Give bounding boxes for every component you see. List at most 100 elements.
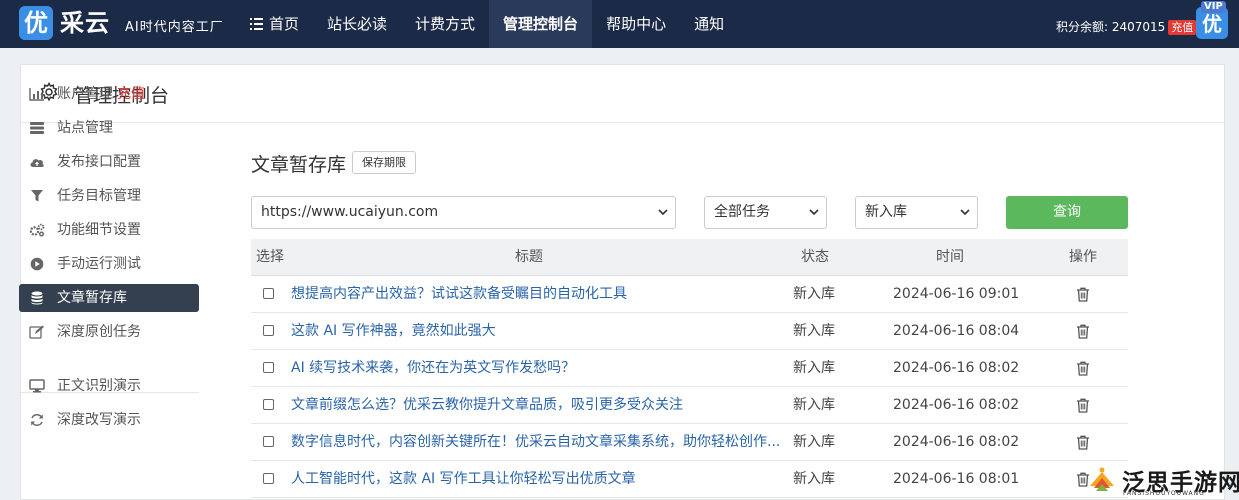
trash-icon[interactable] <box>1076 435 1090 450</box>
filter-icon <box>31 190 43 202</box>
sidebar-item-article-storage[interactable]: 文章暂存库 <box>19 284 199 312</box>
article-title-link[interactable]: 数字信息时代，内容创新关键所在！优采云自动文章采集系统，助你轻松创作... <box>291 424 780 460</box>
row-checkbox[interactable] <box>263 362 274 373</box>
nav-item-billing[interactable]: 计费方式 <box>401 0 489 48</box>
panel-header: 管理控制台 <box>21 65 1224 123</box>
sidebar-item-label: 文章暂存库 <box>57 290 127 306</box>
task-select-value: 全部任务 <box>714 204 770 220</box>
trash-icon[interactable] <box>1076 361 1090 376</box>
sidebar-item-label: 站点管理 <box>57 120 113 136</box>
recharge-link[interactable]: 充值 <box>1168 20 1197 35</box>
chevron-down-icon <box>658 209 668 216</box>
row-status: 新入库 <box>793 323 835 339</box>
article-title-link[interactable]: 人工智能时代，这款 AI 写作工具让你轻松写出优质文章 <box>291 461 636 497</box>
article-title-link[interactable]: 这款 AI 写作神器，竟然如此强大 <box>291 313 496 349</box>
sidebar-item-label: 深度原创任务 <box>57 324 141 340</box>
logo-subtitle: AI时代内容工厂 <box>125 20 224 35</box>
table-row: 文章前缀怎么选？优采云教你提升文章品质，吸引更多受众关注 新入库 2024-06… <box>251 387 1128 424</box>
trash-icon[interactable] <box>1076 398 1090 413</box>
row-checkbox[interactable] <box>263 473 274 484</box>
sidebar-item-label: 发布接口配置 <box>57 154 141 170</box>
article-title-link[interactable]: AI 续写技术来袭，你还在为英文写作发愁吗？ <box>291 350 575 386</box>
sidebar-item-account[interactable]: 账户管理 充值 <box>19 80 199 108</box>
sidebar-item-publish-api[interactable]: 发布接口配置 <box>19 148 199 176</box>
row-status: 新入库 <box>793 360 835 376</box>
bar-chart-icon <box>29 88 44 101</box>
trash-icon[interactable] <box>1076 287 1090 302</box>
row-time: 2024-06-16 09:01 <box>893 286 1020 302</box>
col-time: 时间 <box>936 249 964 265</box>
refresh-icon <box>31 414 43 426</box>
chevron-down-icon <box>960 209 970 216</box>
points-balance: 积分余额: 2407015 充值 <box>1056 18 1197 35</box>
status-select-value: 新入库 <box>865 204 907 220</box>
chevron-down-icon <box>809 209 819 216</box>
play-circle-icon <box>30 257 44 271</box>
col-select: 选择 <box>256 249 284 265</box>
page-title: 文章暂存库 <box>251 154 347 176</box>
sidebar-item-label: 正文识别演示 <box>57 378 141 394</box>
watermark-logo-icon <box>1090 467 1114 491</box>
table-row: 这款 AI 写作神器，竟然如此强大 新入库 2024-06-16 08:04 <box>251 313 1128 350</box>
table-row: 数字信息时代，内容创新关键所在！优采云自动文章采集系统，助你轻松创作... 新入… <box>251 424 1128 461</box>
sidebar-item-original-task[interactable]: 深度原创任务 <box>19 318 199 346</box>
site-select[interactable]: https://www.ucaiyun.com <box>251 196 676 229</box>
row-checkbox[interactable] <box>263 325 274 336</box>
server-icon <box>30 122 44 134</box>
row-status: 新入库 <box>793 397 835 413</box>
balance-text: 积分余额: 2407015 <box>1056 20 1166 34</box>
retention-period-button[interactable]: 保存期限 <box>352 151 416 174</box>
watermark: 泛思手游网 FANSISHOUYOUWANG <box>1086 462 1239 500</box>
article-title-link[interactable]: 想提高内容产出效益？试试这款备受瞩目的自动化工具 <box>291 276 627 312</box>
table-row: 想提高内容产出效益？试试这款备受瞩目的自动化工具 新入库 2024-06-16 … <box>251 276 1128 313</box>
status-select[interactable]: 新入库 <box>855 196 978 229</box>
table-header: 选择 标题 状态 时间 操作 <box>251 239 1128 276</box>
sidebar-item-label: 账户管理 <box>57 86 113 102</box>
site-select-value: https://www.ucaiyun.com <box>261 204 439 220</box>
col-status: 状态 <box>801 249 829 265</box>
sidebar-item-label: 深度改写演示 <box>57 412 141 428</box>
sidebar-item-sites[interactable]: 站点管理 <box>19 114 199 142</box>
col-title: 标题 <box>515 249 543 265</box>
sidebar-item-label: 任务目标管理 <box>57 188 141 204</box>
row-time: 2024-06-16 08:02 <box>893 434 1020 450</box>
monitor-icon <box>29 379 45 393</box>
row-checkbox[interactable] <box>263 436 274 447</box>
trash-icon[interactable] <box>1076 324 1090 339</box>
cloud-upload-icon <box>30 159 44 167</box>
sidebar-item-label: 功能细节设置 <box>57 222 141 238</box>
col-actions: 操作 <box>1069 249 1097 265</box>
row-checkbox[interactable] <box>263 399 274 410</box>
logo-icon[interactable]: 优 <box>19 6 53 40</box>
query-button[interactable]: 查询 <box>1006 196 1128 229</box>
row-time: 2024-06-16 08:04 <box>893 323 1020 339</box>
nav-label: 首页 <box>269 15 300 33</box>
row-time: 2024-06-16 08:02 <box>893 360 1020 376</box>
table-row: 人工智能时代，这款 AI 写作工具让你轻松写出优质文章 新入库 2024-06-… <box>251 461 1128 498</box>
row-time: 2024-06-16 08:01 <box>893 471 1020 487</box>
task-select[interactable]: 全部任务 <box>704 196 827 229</box>
watermark-subtext: FANSISHOUYOUWANG <box>1123 490 1205 497</box>
sidebar-item-rewrite-demo[interactable]: 深度改写演示 <box>19 406 199 434</box>
article-title-link[interactable]: 文章前缀怎么选？优采云教你提升文章品质，吸引更多受众关注 <box>291 387 683 423</box>
sidebar-recharge-link[interactable]: 充值 <box>117 86 145 102</box>
logo-text[interactable]: 采云 <box>60 6 110 40</box>
row-status: 新入库 <box>793 471 835 487</box>
nav-item-webmaster[interactable]: 站长必读 <box>313 0 401 48</box>
top-navbar: 优 采云 AI时代内容工厂 首页 站长必读 计费方式 管理控制台 帮助中心 通知… <box>0 0 1239 48</box>
gears-icon <box>29 223 45 237</box>
sidebar-item-label: 手动运行测试 <box>57 256 141 272</box>
main-nav: 首页 站长必读 计费方式 管理控制台 帮助中心 通知 <box>236 0 738 48</box>
edit-icon <box>29 325 44 339</box>
sidebar-item-feature-settings[interactable]: 功能细节设置 <box>19 216 199 244</box>
nav-item-notice[interactable]: 通知 <box>680 0 738 48</box>
row-checkbox[interactable] <box>263 288 274 299</box>
vip-badge: VIP <box>1201 1 1226 13</box>
sidebar-item-task-target[interactable]: 任务目标管理 <box>19 182 199 210</box>
sidebar-item-manual-test[interactable]: 手动运行测试 <box>19 250 199 278</box>
nav-item-console[interactable]: 管理控制台 <box>489 0 593 48</box>
table-row: AI 续写技术来袭，你还在为英文写作发愁吗？ 新入库 2024-06-16 08… <box>251 350 1128 387</box>
nav-item-home[interactable]: 首页 <box>236 0 313 48</box>
sidebar-item-text-recognition[interactable]: 正文识别演示 <box>19 372 199 400</box>
nav-item-help[interactable]: 帮助中心 <box>592 0 680 48</box>
